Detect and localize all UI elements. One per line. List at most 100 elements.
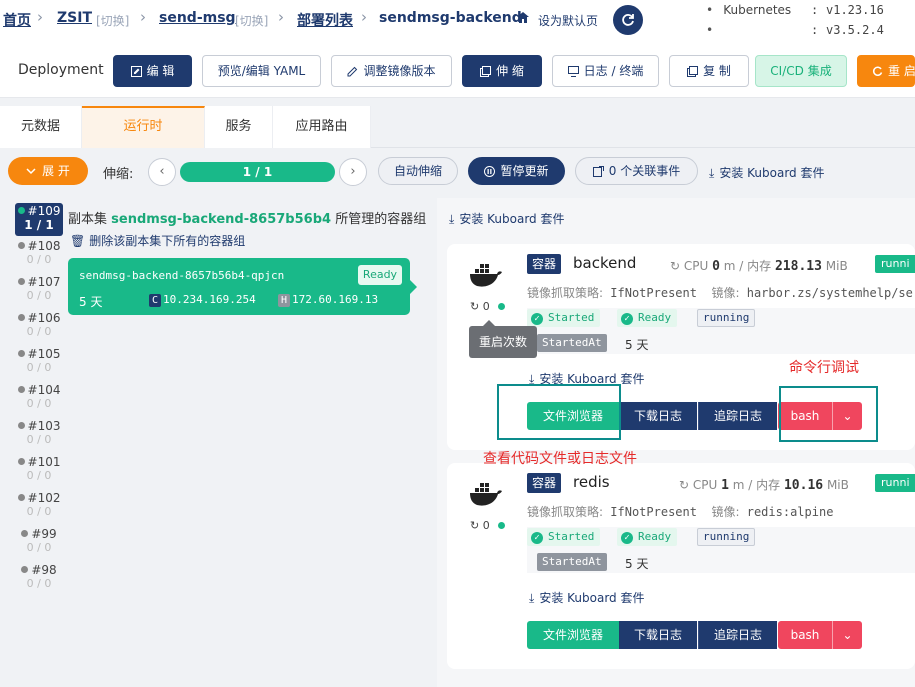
k8s-version-row: • Kubernetes : v1.23.16 (706, 3, 884, 17)
k8s-label: Kubernetes (723, 3, 792, 17)
revision-name: #99 (15, 527, 63, 541)
copy-icon (687, 66, 699, 77)
expand-button[interactable]: 展 开 (8, 157, 88, 185)
breadcrumb-home[interactable]: 首页 (3, 10, 31, 30)
status-dot (17, 350, 25, 357)
ready-tag: ✓ Ready (617, 528, 678, 546)
annotation-cmd-debug: 命令行调试 (789, 360, 859, 376)
breadcrumb-separator: › (37, 8, 43, 26)
pause-update-button[interactable]: 暂停更新 (468, 157, 565, 185)
set-default-link[interactable]: 设为默认页 (538, 12, 598, 29)
tab-ingress[interactable]: 应用路由 (273, 106, 371, 148)
scale-up-button[interactable]: › (339, 158, 367, 186)
breadcrumb-namespace[interactable]: send-msg (159, 10, 236, 26)
restart-button[interactable]: 重 启 (857, 55, 915, 87)
tab-services[interactable]: 服务 (205, 106, 273, 148)
revision-name: #106 (15, 311, 63, 325)
started-tag: ✓ Started (527, 528, 601, 546)
yaml-button[interactable]: 预览/编辑 YAML (202, 55, 321, 87)
tab-metadata[interactable]: 元数据 (0, 106, 82, 148)
revision-name: #102 (15, 491, 63, 505)
revision-count: 0 / 0 (26, 433, 52, 446)
running-tag: running (697, 309, 756, 327)
install-kuboard-link[interactable]: ⤓ 安装 Kuboard 套件 (449, 210, 564, 227)
revision-item[interactable]: #99 0 / 0 (15, 526, 63, 558)
download-logs-button[interactable]: 下载日志 (619, 621, 697, 649)
cicd-button[interactable]: CI/CD 集成 (755, 55, 847, 87)
ready-tag: ✓ Ready (617, 309, 678, 327)
restart-icon (872, 66, 883, 76)
adjust-image-button[interactable]: 调整镜像版本 (331, 55, 452, 87)
breadcrumb-cluster[interactable]: ZSIT (57, 10, 92, 26)
running-status-tag: runni (875, 255, 915, 273)
container-age: 5 天 (625, 338, 649, 352)
pencil-icon (347, 66, 358, 77)
revision-item[interactable]: #98 0 / 0 (15, 562, 63, 594)
revision-name: #105 (15, 347, 63, 361)
install-kuboard-link[interactable]: ⤓ 安装 Kuboard 套件 (709, 164, 824, 181)
annotation-view-files: 查看代码文件或日志文件 (483, 451, 637, 467)
file-browser-button[interactable]: 文件浏览器 (527, 621, 619, 649)
resource-usage: ↻ CPU 1 m / 内存 10.16 MiB (679, 478, 849, 493)
revision-item[interactable]: #106 0 / 0 (15, 310, 63, 342)
chevron-down-icon: ⌄ (842, 628, 853, 642)
scale-icon (480, 66, 492, 77)
status-dot (21, 530, 29, 537)
breadcrumb-separator: › (361, 8, 367, 26)
follow-logs-button[interactable]: 追踪日志 (698, 621, 777, 649)
check-icon: ✓ (531, 532, 543, 544)
restart-count[interactable]: ↻ 0 (470, 519, 490, 532)
bash-button[interactable]: bash (778, 621, 832, 649)
status-dot (17, 494, 25, 501)
logs-terminal-button[interactable]: 日志 / 终端 (552, 55, 659, 87)
revision-item[interactable]: #109 1 / 1 (15, 203, 63, 236)
running-status-tag: runni (875, 474, 915, 492)
revision-item[interactable]: #101 0 / 0 (15, 454, 63, 486)
revision-item[interactable]: #102 0 / 0 (15, 490, 63, 522)
pod-card[interactable]: sendmsg-backend-8657b56b4-qpjcn Ready 5 … (68, 258, 417, 315)
container-name: redis (573, 473, 610, 491)
restart-count-tooltip: 重启次数 (469, 320, 537, 358)
breadcrumb-list[interactable]: 部署列表 (297, 10, 353, 30)
trash-icon: 🗑︎ (70, 234, 86, 248)
revision-item[interactable]: #104 0 / 0 (15, 382, 63, 414)
status-dot (17, 458, 25, 465)
status-dot (17, 386, 25, 393)
replicaset-name[interactable]: sendmsg-backend-8657b56b4 (111, 212, 331, 227)
edit-button[interactable]: 编 辑 (113, 55, 192, 87)
revision-name: #104 (15, 383, 63, 397)
annotation-box-bash (779, 386, 878, 442)
install-kuboard-link[interactable]: ⤓ 安装 Kuboard 套件 (529, 589, 644, 606)
refresh-icon: ↻ (670, 259, 681, 273)
check-icon: ✓ (621, 313, 633, 325)
revision-item[interactable]: #103 0 / 0 (15, 418, 63, 450)
scale-button[interactable]: 伸 缩 (462, 55, 542, 87)
related-events-button[interactable]: 0 个关联事件 (575, 157, 698, 185)
auto-scale-button[interactable]: 自动伸缩 (378, 157, 458, 185)
delete-pods-link[interactable]: 🗑︎ 删除该副本集下所有的容器组 (70, 232, 245, 249)
running-tag: running (697, 528, 756, 546)
tab-runtime[interactable]: 运行时 (82, 106, 205, 148)
started-at-label: StartedAt (537, 334, 607, 352)
refresh-button[interactable] (613, 5, 643, 35)
restart-count[interactable]: ↻ 0 (470, 300, 490, 313)
status-dot (17, 207, 25, 214)
revision-item[interactable]: #107 0 / 0 (15, 274, 63, 306)
revision-count: 0 / 0 (26, 253, 52, 266)
switch-namespace-link[interactable]: [切换] (235, 12, 268, 29)
download-logs-button[interactable]: 下载日志 (619, 402, 697, 430)
revision-item[interactable]: #108 0 / 0 (15, 238, 63, 270)
refresh-icon: ↻ (470, 519, 480, 532)
revision-count: 0 / 0 (26, 289, 52, 302)
scale-progress: 1 / 1 (180, 162, 335, 182)
revision-count: 0 / 0 (26, 577, 52, 590)
switch-cluster-link[interactable]: [切换] (96, 12, 129, 29)
scale-down-button[interactable]: ‹ (148, 158, 176, 186)
copy-button[interactable]: 复 制 (669, 55, 749, 87)
container-age: 5 天 (625, 557, 649, 571)
follow-logs-button[interactable]: 追踪日志 (698, 402, 777, 430)
status-dot (17, 242, 25, 249)
revision-item[interactable]: #105 0 / 0 (15, 346, 63, 378)
refresh-icon: ↻ (679, 478, 690, 492)
bash-dropdown-button[interactable]: ⌄ (832, 621, 862, 649)
